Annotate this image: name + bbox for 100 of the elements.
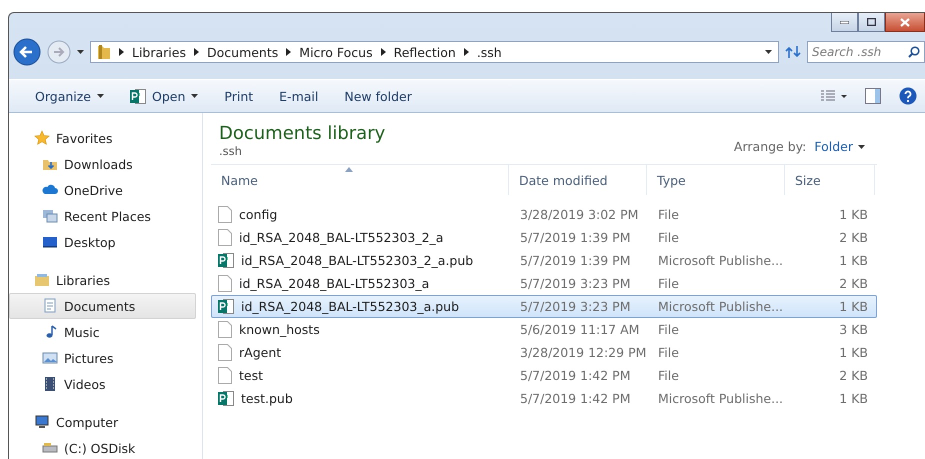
close-button[interactable] [885, 13, 925, 32]
file-row[interactable]: known_hosts 5/6/2019 11:17 AM File 3 KB [211, 318, 877, 341]
file-icon [218, 206, 232, 223]
dropdown-caret-icon [765, 50, 772, 54]
file-row[interactable]: config 3/28/2019 3:02 PM File 1 KB [211, 203, 877, 226]
file-name: id_RSA_2048_BAL-LT552303_2_a.pub [241, 253, 474, 268]
breadcrumb-item[interactable]: .ssh [476, 44, 502, 60]
file-icon [218, 229, 232, 246]
file-name: id_RSA_2048_BAL-LT552303_a.pub [241, 299, 460, 314]
publisher-file-icon [218, 252, 234, 269]
size-cell-text: 1 KB [838, 299, 869, 314]
date-cell-text: 5/7/2019 1:42 PM [519, 368, 632, 383]
library-icon [34, 272, 50, 288]
preview-pane-icon[interactable] [865, 88, 881, 104]
size-cell-text: 1 KB [838, 391, 869, 406]
size-cell-text: 1 KB [838, 345, 869, 360]
type-cell-text: File [657, 276, 680, 291]
folder-icon [97, 44, 111, 60]
publisher-file-icon [218, 390, 234, 407]
open-button[interactable]: Open [116, 80, 210, 112]
file-row[interactable]: id_RSA_2048_BAL-LT552303_2_a.pub 5/7/2019 1:39 PM Microsoft Publishe... 1 KB [211, 249, 877, 272]
recent-places-icon [42, 208, 58, 224]
organize-menu-button[interactable]: Organize [19, 80, 116, 112]
size-cell-text: 2 KB [838, 230, 869, 245]
library-title: Documents library [219, 123, 386, 144]
toolbar-button[interactable]: New folder [330, 80, 424, 112]
address-bar[interactable]: Libraries Documents Micro Focus Reflection .ssh [90, 41, 779, 63]
date-cell-text: 5/7/2019 3:23 PM [519, 276, 632, 291]
sidebar-item[interactable]: Recent Places [9, 203, 196, 229]
publisher-file-icon [218, 298, 234, 315]
type-cell-text: File [657, 368, 680, 383]
size-cell-text: 1 KB [838, 207, 869, 222]
refresh-icon[interactable] [785, 45, 801, 59]
size-cell-text: 2 KB [838, 276, 869, 291]
date-cell-text: 3/28/2019 3:02 PM [519, 207, 640, 222]
sidebar-item[interactable]: (C:) OSDisk [9, 435, 196, 459]
sidebar-group[interactable]: Favorites [9, 125, 196, 151]
file-row[interactable]: id_RSA_2048_BAL-LT552303_2_a 5/7/2019 1:39 PM File 2 KB [211, 226, 877, 249]
toolbar-button[interactable]: Print [210, 80, 266, 112]
file-row[interactable]: test 5/7/2019 1:42 PM File 2 KB [211, 364, 877, 387]
maximize-button[interactable] [858, 13, 885, 32]
date-cell-text: 5/7/2019 1:39 PM [519, 253, 632, 268]
file-name: test [239, 368, 264, 383]
column-header[interactable]: Name [211, 165, 509, 195]
date-cell-text: 3/28/2019 12:29 PM [519, 345, 648, 360]
breadcrumb-item[interactable]: Micro Focus [299, 44, 373, 60]
sort-ascending-icon [344, 167, 353, 172]
sidebar-item[interactable]: OneDrive [9, 177, 196, 203]
sidebar-group[interactable]: Libraries [9, 267, 196, 293]
column-header[interactable]: Size [785, 165, 875, 195]
file-row[interactable]: id_RSA_2048_BAL-LT552303_a 5/7/2019 3:23 PM File 2 KB [211, 272, 877, 295]
sidebar-item[interactable]: Videos [9, 371, 196, 397]
document-icon [42, 298, 58, 314]
desktop-icon [42, 234, 58, 250]
file-row[interactable]: test.pub 5/7/2019 1:42 PM Microsoft Publishe... 1 KB [211, 387, 877, 410]
star-icon [34, 130, 50, 146]
search-field[interactable]: Search .ssh [807, 41, 925, 63]
breadcrumb-item[interactable]: Libraries [132, 44, 186, 60]
sidebar-item[interactable]: Desktop [9, 229, 196, 255]
toolbar-button[interactable]: E-mail [265, 80, 330, 112]
file-name: config [239, 207, 278, 222]
computer-icon [34, 414, 50, 430]
recent-pages-caret-icon [77, 50, 84, 54]
caret-icon [191, 94, 198, 98]
file-row[interactable]: rAgent 3/28/2019 12:29 PM File 1 KB [211, 341, 877, 364]
chevron-icon [464, 48, 469, 56]
file-icon [218, 321, 232, 338]
caret-icon [97, 94, 104, 98]
caret-icon [858, 144, 865, 148]
minimize-button[interactable] [831, 13, 858, 32]
column-header[interactable]: Date modified [509, 165, 647, 195]
publisher-file-icon [130, 88, 146, 104]
date-cell-text: 5/7/2019 3:23 PM [519, 299, 632, 314]
chevron-icon [286, 48, 292, 56]
date-cell-text: 5/6/2019 11:17 AM [519, 322, 640, 337]
sidebar-group[interactable]: Computer [9, 409, 196, 435]
breadcrumb-item[interactable]: Documents [207, 44, 278, 60]
sidebar-item[interactable]: Music [9, 319, 196, 345]
type-cell-text: File [657, 207, 680, 222]
file-row[interactable]: id_RSA_2048_BAL-LT552303_a.pub 5/7/2019 3:23 PM Microsoft Publishe... 1 KB [211, 295, 877, 318]
column-header[interactable]: Type [647, 165, 785, 195]
sidebar-item[interactable]: Downloads [9, 151, 196, 177]
view-options-icon[interactable] [821, 90, 847, 102]
type-cell-text: Microsoft Publishe... [657, 299, 784, 314]
search-icon [908, 46, 920, 58]
breadcrumb-item[interactable]: Reflection [394, 44, 456, 60]
back-button[interactable] [13, 38, 41, 66]
date-cell-text: 5/7/2019 1:39 PM [519, 230, 632, 245]
date-cell-text: 5/7/2019 1:42 PM [519, 391, 632, 406]
file-name: id_RSA_2048_BAL-LT552303_a [239, 276, 430, 291]
type-cell-text: File [657, 230, 680, 245]
type-cell-text: File [657, 345, 680, 360]
chevron-icon [380, 48, 386, 56]
arrange-by-dropdown[interactable]: Folder [814, 139, 865, 154]
file-icon [218, 275, 232, 292]
help-icon[interactable] [899, 87, 917, 105]
chevron-icon [194, 48, 199, 56]
sidebar-item[interactable]: Documents [9, 293, 196, 319]
sidebar-item[interactable]: Pictures [9, 345, 196, 371]
arrange-by-label: Arrange by: [734, 139, 806, 154]
